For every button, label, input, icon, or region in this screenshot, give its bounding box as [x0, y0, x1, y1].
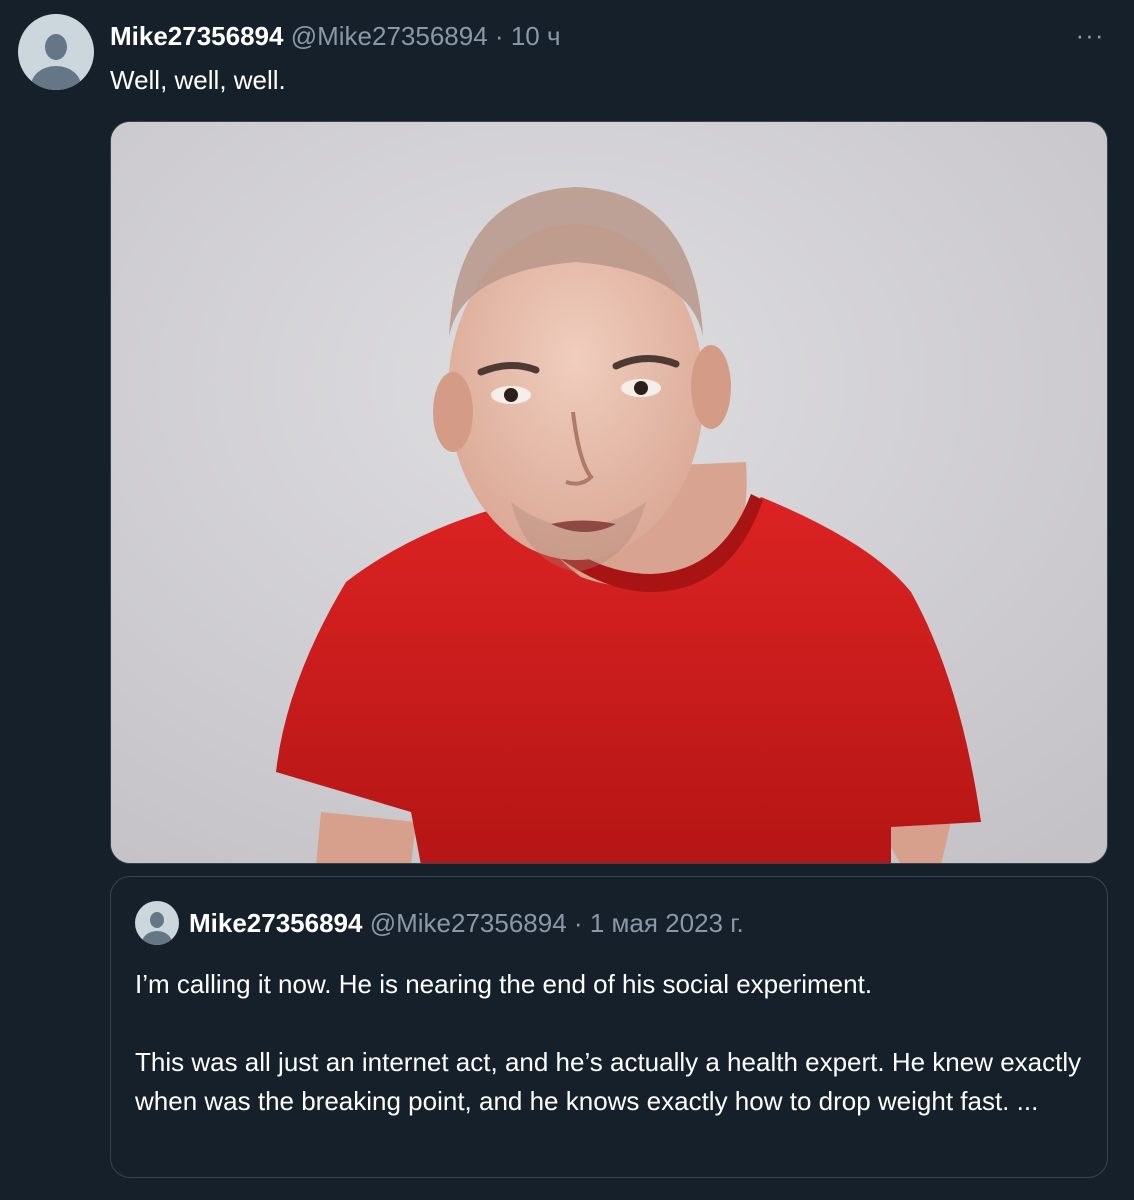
media-photo [111, 122, 1107, 863]
quoted-tweet-text: I’m calling it now. He is nearing the en… [135, 965, 1085, 1121]
tweet-header: Mike27356894 @Mike27356894 · 10 ч [110, 20, 561, 52]
quoted-tweet[interactable]: Mike27356894 @Mike27356894 · 1 мая 2023 … [110, 876, 1108, 1178]
quoted-tweet-header: Mike27356894 @Mike27356894 · 1 мая 2023 … [189, 907, 744, 939]
quoted-separator: · [573, 908, 583, 938]
default-avatar-body-icon [31, 66, 81, 90]
quoted-paragraph-2: This was all just an internet act, and h… [135, 1047, 1082, 1116]
handle[interactable]: @Mike27356894 [291, 21, 488, 51]
quoted-date[interactable]: 1 мая 2023 г. [590, 908, 744, 938]
tweet-media-image[interactable] [110, 121, 1108, 864]
default-avatar-body-icon [142, 931, 172, 945]
quoted-paragraph-1: I’m calling it now. He is nearing the en… [135, 969, 873, 999]
more-dots-icon[interactable]: ··· [1072, 20, 1108, 50]
timestamp[interactable]: 10 ч [511, 21, 561, 51]
default-avatar-head-icon [45, 34, 67, 60]
display-name[interactable]: Mike27356894 [110, 21, 283, 51]
default-avatar-head-icon [150, 912, 164, 928]
separator: · [494, 21, 504, 51]
quoted-avatar[interactable] [135, 901, 179, 945]
tweet-text: Well, well, well. [110, 65, 286, 95]
avatar[interactable] [18, 14, 94, 90]
quoted-handle[interactable]: @Mike27356894 [370, 908, 567, 938]
quoted-display-name[interactable]: Mike27356894 [189, 908, 362, 938]
tweet[interactable]: Mike27356894 @Mike27356894 · 10 ч ··· We… [0, 0, 1134, 1200]
